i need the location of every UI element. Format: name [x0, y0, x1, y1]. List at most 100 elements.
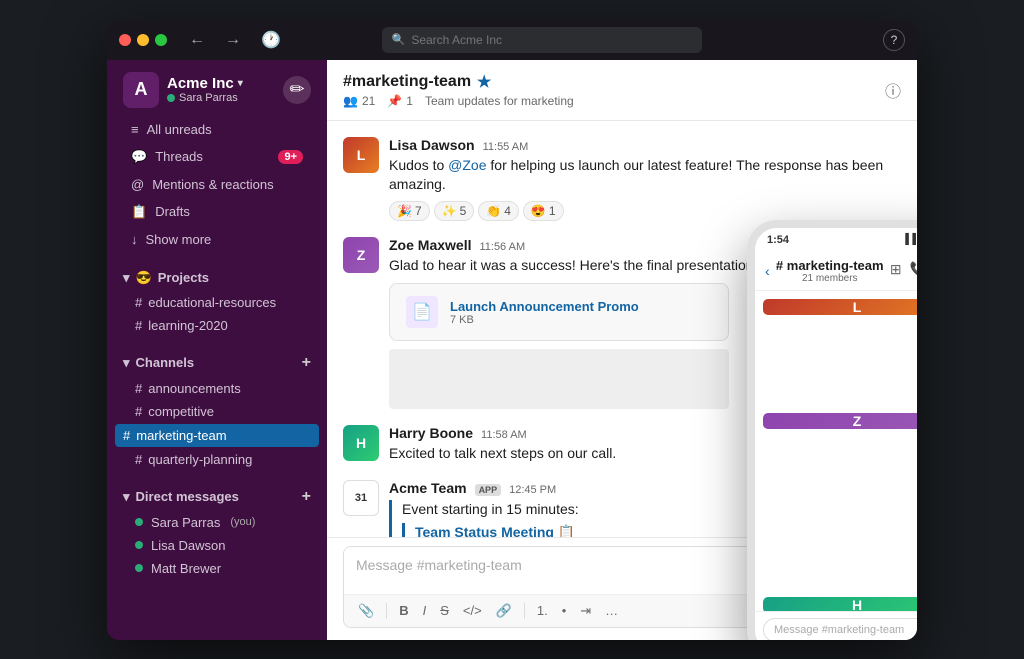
msg-author-1: Lisa Dawson: [389, 137, 475, 153]
add-channel-button[interactable]: +: [302, 354, 311, 372]
file-attachment[interactable]: 📄 Launch Announcement Promo 7 KB: [389, 283, 729, 341]
more-button[interactable]: …: [599, 599, 624, 622]
hash-icon: #: [135, 404, 142, 419]
search-input[interactable]: [411, 33, 691, 47]
italic-button[interactable]: I: [417, 599, 433, 622]
workspace-header: A Acme Inc ▾ Sara Parras ✏: [107, 60, 327, 116]
section-channels: ▾ Channels + # announcements # competiti…: [107, 349, 327, 471]
reaction-1c[interactable]: 👏 4: [478, 201, 519, 221]
channel-title: #marketing-team ★: [343, 72, 574, 92]
add-dm-button[interactable]: +: [302, 488, 311, 506]
back-button[interactable]: ←: [183, 27, 211, 53]
section-projects: ▾ 😎 Projects # educational-resources # l…: [107, 265, 327, 337]
channel-item-marketing[interactable]: # marketing-team: [115, 424, 319, 447]
msg-time-4: 12:45 PM: [509, 484, 556, 496]
chevron-down-icon: ▾: [238, 78, 243, 89]
strike-button[interactable]: S: [434, 599, 455, 622]
file-icon: 📄: [406, 296, 438, 328]
mobile-avatar-zoe: Z: [763, 413, 917, 429]
members-count: 👥 21: [343, 94, 375, 108]
attach-button[interactable]: 📎: [352, 599, 380, 623]
hash-icon: #: [123, 428, 130, 443]
msg-time-2: 11:56 AM: [479, 241, 525, 253]
mobile-video-icon[interactable]: ⊞: [890, 261, 902, 281]
traffic-lights: [119, 34, 167, 46]
channel-item-learning[interactable]: # learning-2020: [107, 314, 327, 337]
projects-emoji: 😎: [136, 270, 152, 286]
avatar-harry: H: [343, 425, 379, 461]
chevron-icon-projects: ▾: [123, 270, 130, 286]
chevron-icon-dm: ▾: [123, 489, 130, 505]
hash-icon: #: [135, 452, 142, 467]
chevron-icon-channels: ▾: [123, 355, 130, 371]
help-button[interactable]: ?: [883, 29, 905, 51]
ul-button[interactable]: •: [556, 599, 573, 622]
sidebar-item-mentions[interactable]: @ Mentions & reactions: [115, 172, 319, 197]
dm-item-matt[interactable]: Matt Brewer: [107, 557, 327, 580]
reaction-1d[interactable]: 😍 1: [523, 201, 564, 221]
mobile-input-area: Message #marketing-team 📎 @ Aa ⊞ 📷 ›: [755, 611, 917, 640]
reaction-1a[interactable]: 🎉 7: [389, 201, 430, 221]
hash-icon: #: [135, 318, 142, 333]
section-dm-header[interactable]: ▾ Direct messages +: [107, 483, 327, 511]
sidebar-item-drafts[interactable]: 📋 Drafts: [115, 199, 319, 225]
forward-button[interactable]: →: [219, 27, 247, 53]
pin-icon: 📌: [387, 94, 402, 108]
dm-item-sara[interactable]: Sara Parras (you): [107, 511, 327, 534]
online-status-icon: [167, 94, 175, 102]
divider: [386, 603, 387, 619]
threads-badge: 9+: [278, 150, 303, 164]
sidebar-item-threads[interactable]: 💬 Threads 9+: [115, 144, 319, 170]
indent-button[interactable]: ⇥: [574, 599, 597, 623]
section-channels-header[interactable]: ▾ Channels +: [107, 349, 327, 377]
chat-header: #marketing-team ★ 👥 21 📌 1 Team updates …: [327, 60, 917, 121]
verified-icon: ★: [477, 72, 491, 92]
file-info: Launch Announcement Promo 7 KB: [450, 299, 639, 326]
mobile-avatar-lisa: L: [763, 299, 917, 315]
app-window: ← → 🕐 🔍 ? A Acme Inc ▾: [107, 20, 917, 640]
channel-item-quarterly[interactable]: # quarterly-planning: [107, 448, 327, 471]
channel-item-announcements[interactable]: # announcements: [107, 377, 327, 400]
msg-author-4: Acme Team: [389, 480, 467, 496]
user-status: Sara Parras: [167, 92, 243, 104]
mobile-preview: 1:54 ▐▐▐ 🛜 ▪ ‹ # marketing-team 21 membe…: [747, 220, 917, 640]
msg-header-1: Lisa Dawson 11:55 AM: [389, 137, 901, 153]
sidebar: A Acme Inc ▾ Sara Parras ✏: [107, 60, 327, 640]
workspace-name[interactable]: Acme Inc ▾: [167, 75, 243, 92]
msg-author-2: Zoe Maxwell: [389, 237, 471, 253]
msg-time-1: 11:55 AM: [483, 141, 529, 153]
mobile-channel-info: # marketing-team 21 members: [776, 258, 884, 284]
mobile-avatar-harry: H: [763, 597, 917, 611]
hash-icon: #: [135, 381, 142, 396]
online-dot-sara: [135, 518, 143, 526]
mentions-icon: @: [131, 177, 144, 192]
mobile-message-3: H Harry Boone 11:58 AM Excited to talk n…: [763, 597, 917, 611]
history-button[interactable]: 🕐: [255, 26, 287, 54]
mobile-input-box[interactable]: Message #marketing-team: [763, 618, 917, 640]
info-button[interactable]: ⓘ: [885, 78, 901, 102]
mobile-message-2: Z Zoe Maxwell 11:56 AM Glad to hear it w…: [763, 413, 917, 587]
bold-button[interactable]: B: [393, 599, 414, 622]
mobile-messages: L Lisa Dawson 11:55 AM Kudos to @Zoe for…: [755, 291, 917, 611]
section-projects-header[interactable]: ▾ 😎 Projects: [107, 265, 327, 291]
mobile-header: ‹ # marketing-team 21 members ⊞ 📞 ⓘ: [755, 252, 917, 291]
code-button[interactable]: </>: [457, 599, 488, 622]
workspace-icon: A: [123, 72, 159, 108]
ol-button[interactable]: 1.: [531, 599, 554, 622]
mobile-back-button[interactable]: ‹: [765, 263, 770, 279]
channel-item-educational[interactable]: # educational-resources: [107, 291, 327, 314]
maximize-button[interactable]: [155, 34, 167, 46]
minimize-button[interactable]: [137, 34, 149, 46]
channel-item-competitive[interactable]: # competitive: [107, 400, 327, 423]
mobile-call-icon[interactable]: 📞: [910, 261, 917, 281]
reaction-1b[interactable]: ✨ 5: [434, 201, 475, 221]
close-button[interactable]: [119, 34, 131, 46]
sidebar-item-show-more[interactable]: ↓ Show more: [115, 227, 319, 252]
compose-button[interactable]: ✏: [283, 76, 311, 104]
sidebar-item-all-unreads[interactable]: ≡ All unreads: [115, 117, 319, 142]
link-button[interactable]: 🔗: [490, 599, 518, 623]
signal-icon: ▐▐▐: [902, 234, 917, 245]
search-bar[interactable]: 🔍: [382, 27, 702, 53]
hash-icon: #: [135, 295, 142, 310]
dm-item-lisa[interactable]: Lisa Dawson: [107, 534, 327, 557]
